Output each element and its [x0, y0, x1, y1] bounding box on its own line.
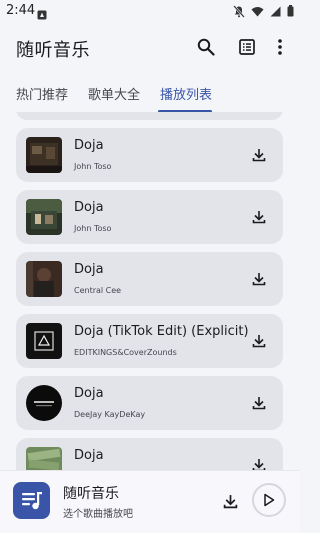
- download-button[interactable]: [248, 330, 270, 352]
- wifi-icon: [251, 6, 264, 17]
- player-download-button[interactable]: [218, 489, 242, 513]
- song-item[interactable]: Doja: [16, 438, 283, 470]
- album-cover: [26, 385, 62, 421]
- player-subtitle: 选个歌曲播放吧: [63, 509, 133, 520]
- more-vert-icon: [278, 39, 282, 55]
- status-bar: 2:44: [0, 0, 300, 22]
- album-cover: [26, 137, 62, 173]
- song-artist: John Toso: [74, 224, 112, 233]
- song-artist: DeeJay KayDeKay: [74, 410, 146, 419]
- album-cover: [26, 199, 62, 235]
- download-icon: [252, 273, 266, 286]
- song-title: Doja: [74, 262, 104, 277]
- song-item[interactable]: Doja John Toso: [16, 190, 283, 244]
- search-icon: [197, 38, 215, 56]
- tab-play-queue[interactable]: 播放列表: [160, 84, 212, 103]
- song-title: Doja: [74, 138, 104, 153]
- album-cover: [26, 323, 62, 359]
- play-icon: [264, 493, 275, 507]
- signal-icon: [270, 6, 281, 17]
- song-item[interactable]: Doja DeeJay KayDeKay: [16, 376, 283, 430]
- song-artist: John Toso: [74, 162, 112, 171]
- song-item[interactable]: Doja John Toso: [16, 128, 283, 182]
- song-title: Doja: [74, 386, 104, 401]
- download-button[interactable]: [248, 206, 270, 228]
- app-bar: 随听音乐: [0, 22, 300, 72]
- status-icons: [233, 4, 294, 18]
- more-options-button[interactable]: [268, 35, 292, 59]
- list-view-button[interactable]: [235, 35, 259, 59]
- mini-player[interactable]: 随听音乐 选个歌曲播放吧: [0, 470, 300, 533]
- download-button[interactable]: [248, 268, 270, 290]
- download-button[interactable]: [248, 144, 270, 166]
- download-button[interactable]: [248, 454, 270, 470]
- download-icon: [252, 149, 266, 162]
- mute-icon: [233, 4, 245, 18]
- search-button[interactable]: [194, 35, 218, 59]
- download-icon: [223, 494, 237, 508]
- song-title: Doja (TikTok Edit) (Explicit): [74, 324, 249, 339]
- song-item[interactable]: Doja Central Cee: [16, 252, 283, 306]
- tab-playlists[interactable]: 歌单大全: [88, 84, 140, 103]
- download-icon: [252, 397, 266, 410]
- tab-bar: 热门推荐 歌单大全 播放列表: [0, 78, 300, 114]
- battery-icon: [287, 5, 294, 17]
- song-title: Doja: [74, 200, 104, 215]
- album-cover: [26, 261, 62, 297]
- download-icon: [252, 211, 266, 224]
- song-item[interactable]: Doja (TikTok Edit) (Explicit) EDITKINGS&…: [16, 314, 283, 368]
- song-artist: EDITKINGS&CoverZounds: [74, 348, 177, 357]
- partial-song-card: [16, 112, 283, 120]
- download-icon: [252, 459, 266, 470]
- list-box-icon: [239, 39, 255, 55]
- tab-hot-recommend[interactable]: 热门推荐: [16, 84, 68, 103]
- download-icon: [252, 335, 266, 348]
- song-artist: Central Cee: [74, 286, 122, 295]
- app-screen: 2:44 随听音乐 热门推荐 歌单大全 播放列表 Doja John Toso …: [0, 0, 300, 533]
- play-button[interactable]: [252, 483, 286, 517]
- app-logo: [13, 482, 50, 519]
- album-cover: [26, 447, 62, 470]
- app-title: 随听音乐: [16, 40, 90, 61]
- song-title: Doja: [74, 448, 104, 463]
- notification-icon: [37, 5, 47, 20]
- player-title: 随听音乐: [63, 486, 119, 502]
- download-button[interactable]: [248, 392, 270, 414]
- song-list[interactable]: Doja John Toso Doja John Toso Doja Centr…: [0, 112, 300, 470]
- status-time: 2:44: [6, 3, 36, 18]
- music-queue-icon: [21, 491, 42, 509]
